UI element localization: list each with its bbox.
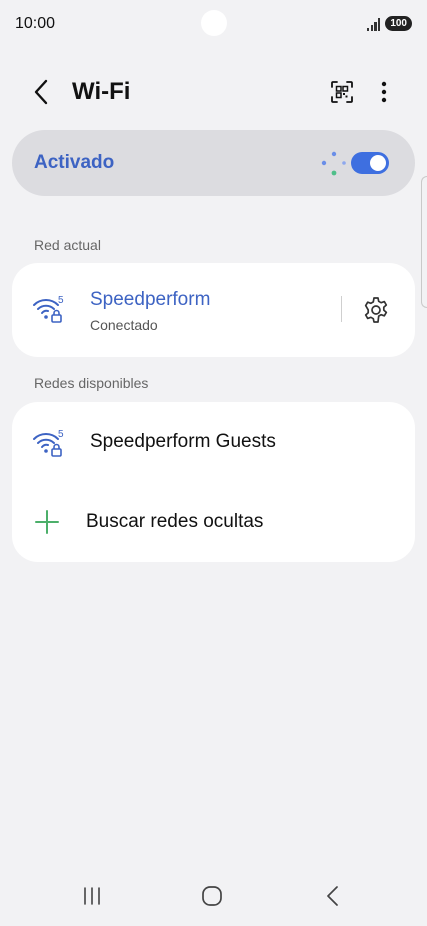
- status-icons: 100: [367, 16, 412, 31]
- wifi-toggle-row[interactable]: Activado: [12, 130, 415, 196]
- more-vertical-icon: [381, 81, 387, 103]
- scroll-indicator: [421, 176, 427, 308]
- find-hidden-networks-label: Buscar redes ocultas: [86, 511, 264, 532]
- switch-knob: [370, 155, 386, 171]
- camera-cutout: [201, 10, 227, 36]
- wifi-switch[interactable]: [351, 152, 389, 174]
- more-options-button[interactable]: [370, 78, 398, 106]
- recents-button[interactable]: [72, 882, 112, 910]
- svg-text:5: 5: [58, 429, 64, 440]
- status-bar: 10:00 100: [0, 0, 427, 50]
- recents-icon: [84, 887, 100, 905]
- available-networks-header: Redes disponibles: [34, 375, 149, 391]
- back-button[interactable]: [26, 77, 56, 107]
- page-title: Wi-Fi: [72, 78, 131, 105]
- qr-code-button[interactable]: [328, 78, 356, 106]
- nav-back-button[interactable]: [312, 882, 352, 910]
- current-network-header: Red actual: [34, 237, 101, 253]
- current-network-status: Conectado: [90, 317, 158, 333]
- current-network-name: Speedperform: [90, 289, 211, 310]
- app-header: Wi-Fi: [0, 70, 427, 114]
- signal-icon: [367, 17, 381, 31]
- find-hidden-networks-row[interactable]: Buscar redes ocultas: [12, 482, 415, 562]
- divider: [341, 296, 342, 322]
- chevron-left-icon: [34, 79, 48, 105]
- navigation-bar: [0, 870, 427, 926]
- wifi-toggle-label: Activado: [34, 152, 115, 173]
- current-network-card: 5 Speedperform Conectado: [12, 263, 415, 357]
- scanning-icon: [321, 151, 346, 176]
- network-settings-button[interactable]: [361, 295, 391, 325]
- available-networks-card: 5 Speedperform Guests Buscar redes ocult…: [12, 402, 415, 562]
- home-icon: [202, 886, 222, 906]
- gear-icon: [364, 297, 388, 323]
- available-network-row[interactable]: 5 Speedperform Guests: [12, 402, 415, 482]
- svg-text:5: 5: [58, 295, 64, 306]
- home-button[interactable]: [192, 882, 232, 910]
- wifi-secured-5ghz-icon: 5: [33, 429, 64, 457]
- available-network-name: Speedperform Guests: [90, 431, 276, 452]
- plus-icon: [35, 510, 59, 534]
- current-network-row[interactable]: 5 Speedperform Conectado: [12, 263, 415, 357]
- battery-indicator: 100: [385, 16, 412, 31]
- qr-code-icon: [331, 81, 353, 103]
- back-icon: [327, 886, 338, 906]
- status-time: 10:00: [15, 15, 56, 32]
- wifi-secured-5ghz-icon: 5: [33, 295, 64, 323]
